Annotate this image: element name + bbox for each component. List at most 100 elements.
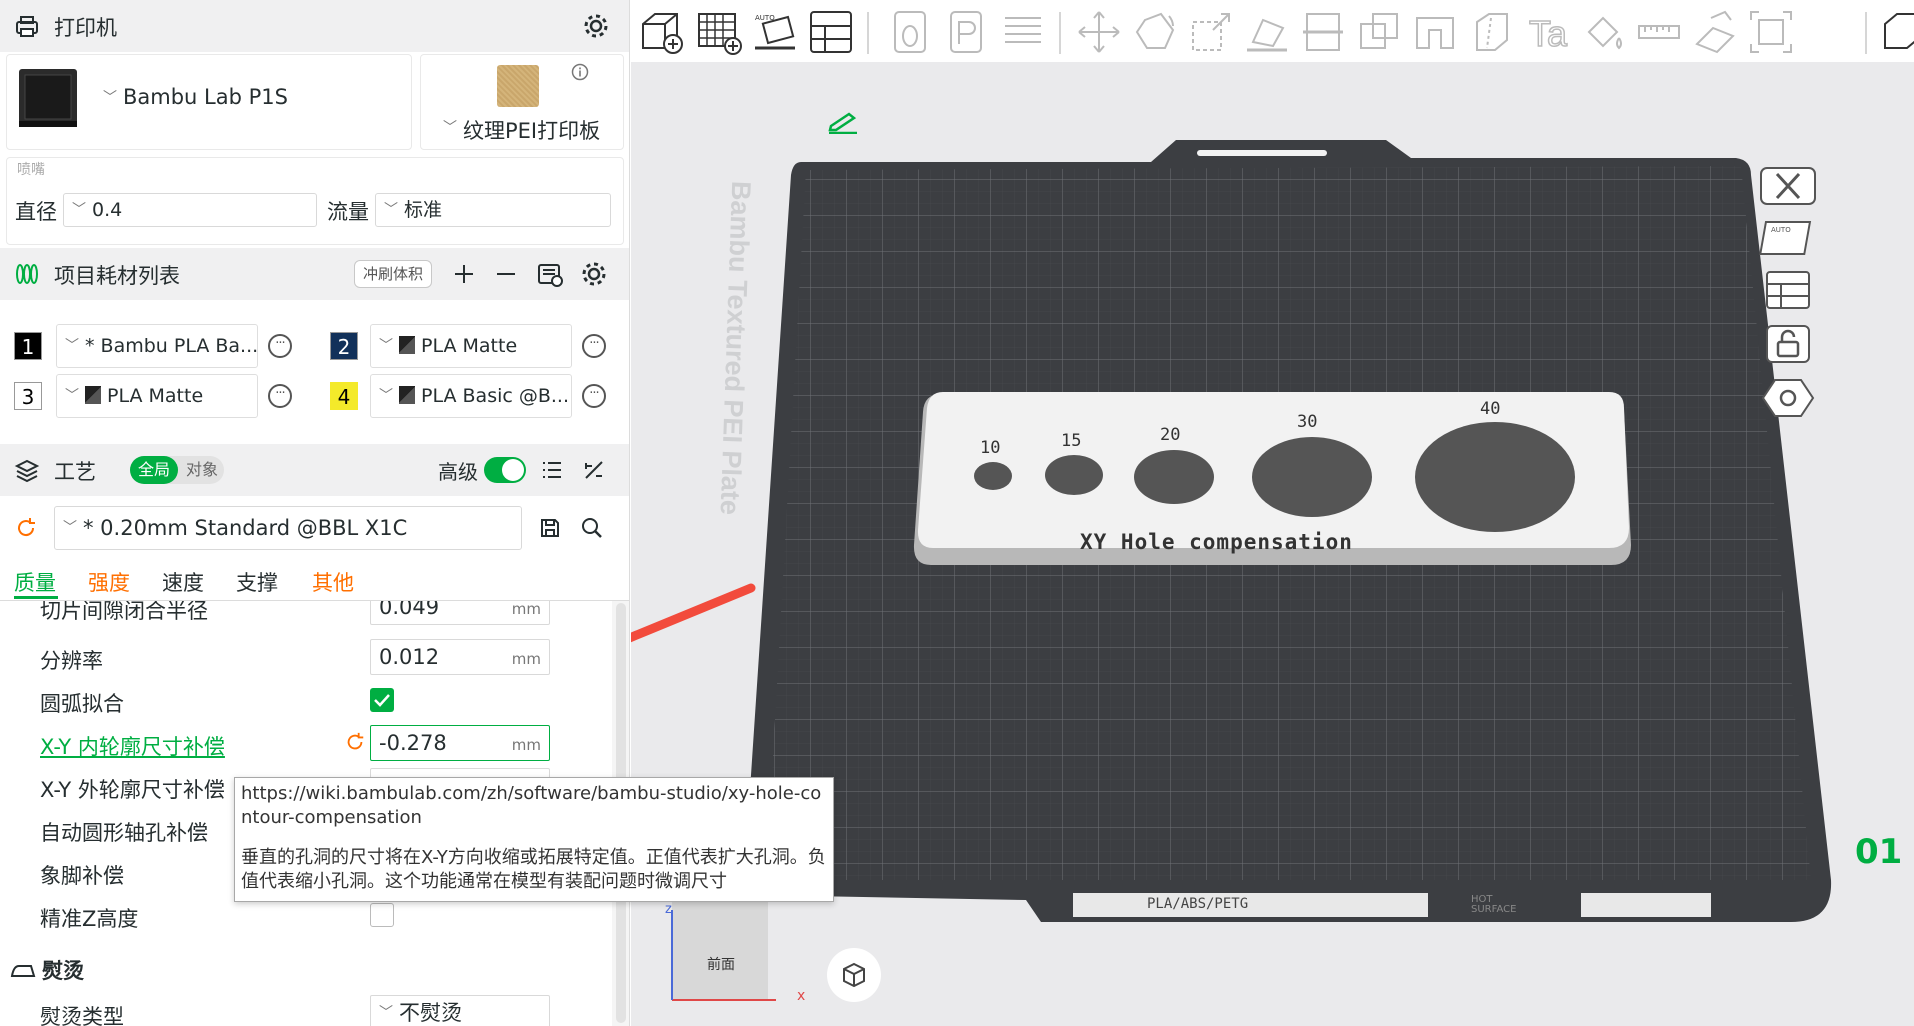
filament-name: * Bambu PLA Ba... bbox=[85, 335, 258, 357]
assembly-icon[interactable] bbox=[1691, 8, 1739, 56]
scale-icon[interactable] bbox=[1187, 8, 1235, 56]
minus-icon[interactable] bbox=[494, 262, 518, 286]
hot-surface-text: HOT SURFACE bbox=[1471, 894, 1517, 915]
slice-closing-radius-input[interactable]: 0.049 mm bbox=[370, 601, 550, 625]
tab-others[interactable]: 其他 bbox=[312, 567, 354, 597]
hole-40 bbox=[1415, 422, 1575, 532]
split-parts-icon[interactable] bbox=[943, 8, 991, 56]
split-objects-icon[interactable] bbox=[887, 8, 935, 56]
more-options-icon[interactable]: ··· bbox=[268, 384, 292, 408]
list-icon[interactable] bbox=[540, 458, 564, 482]
parameter-tooltip: https://wiki.bambulab.com/zh/software/ba… bbox=[234, 777, 834, 902]
global-object-toggle[interactable]: 全局 对象 bbox=[130, 456, 224, 484]
add-object-icon[interactable] bbox=[637, 8, 685, 56]
rotate-icon[interactable] bbox=[1131, 8, 1179, 56]
flush-volume-button[interactable]: 冲刷体积 bbox=[354, 260, 433, 288]
chevron-down-icon[interactable]: ﹀ bbox=[103, 87, 117, 107]
move-icon[interactable] bbox=[1075, 8, 1123, 56]
param-value: 0.049 bbox=[379, 601, 440, 619]
search-icon[interactable] bbox=[580, 516, 604, 540]
filament-slot-number[interactable]: 2 bbox=[330, 332, 358, 360]
camera-view-button[interactable] bbox=[827, 948, 881, 1002]
measure-icon[interactable] bbox=[1635, 8, 1683, 56]
support-paint-icon[interactable] bbox=[1411, 8, 1459, 56]
arc-fitting-checkbox[interactable] bbox=[370, 688, 394, 712]
toggle-global[interactable]: 全局 bbox=[130, 456, 178, 484]
auto-arrange-icon[interactable]: AUTO bbox=[1759, 216, 1817, 260]
text-icon[interactable]: Ta bbox=[1523, 8, 1571, 56]
more-options-icon[interactable]: ··· bbox=[268, 334, 292, 358]
filament-select[interactable]: ﹀ PLA Basic @B... bbox=[370, 374, 572, 418]
advanced-switch[interactable] bbox=[484, 457, 526, 483]
arrange-icon[interactable] bbox=[807, 8, 855, 56]
reset-icon[interactable] bbox=[344, 731, 366, 753]
flow-select[interactable]: ﹀ 标准 bbox=[375, 193, 611, 227]
plate-selector[interactable]: ﹀ 纹理PEI打印板 bbox=[420, 54, 624, 150]
boolean-icon[interactable] bbox=[1355, 8, 1403, 56]
delete-plate-icon[interactable] bbox=[1759, 164, 1817, 208]
param-label: 圆弧拟合 bbox=[40, 692, 124, 716]
lock-icon[interactable] bbox=[1759, 322, 1817, 366]
process-preset-value: * 0.20mm Standard @BBL X1C bbox=[83, 516, 408, 540]
param-value: -0.278 bbox=[379, 731, 447, 755]
plus-icon[interactable] bbox=[452, 262, 476, 286]
hole-30 bbox=[1252, 437, 1372, 517]
tab-quality[interactable]: 质量 bbox=[14, 567, 56, 597]
fit-view-icon[interactable] bbox=[1747, 8, 1795, 56]
layers-edit-icon[interactable] bbox=[999, 8, 1047, 56]
plate-number[interactable]: 01 bbox=[1855, 832, 1902, 872]
param-label: 熨烫类型 bbox=[40, 1005, 124, 1026]
tab-strength[interactable]: 强度 bbox=[88, 567, 130, 597]
filament-slot-number[interactable]: 3 bbox=[14, 382, 42, 410]
more-options-icon[interactable]: ··· bbox=[582, 384, 606, 408]
info-icon[interactable] bbox=[571, 63, 589, 81]
gear-icon[interactable] bbox=[582, 12, 610, 40]
filament-select[interactable]: ﹀ PLA Matte bbox=[56, 374, 258, 418]
param-label: 分辨率 bbox=[40, 649, 103, 673]
edit-plate-name-icon[interactable] bbox=[827, 110, 861, 134]
tab-support[interactable]: 支撑 bbox=[236, 567, 278, 597]
split-view-icon[interactable] bbox=[1879, 8, 1914, 56]
add-plate-icon[interactable] bbox=[695, 8, 743, 56]
filament-slot-number[interactable]: 4 bbox=[330, 382, 358, 410]
filament-slot-number[interactable]: 1 bbox=[14, 332, 42, 360]
gear-icon[interactable] bbox=[580, 260, 608, 288]
filament-select[interactable]: ﹀ PLA Matte bbox=[370, 324, 572, 368]
ironing-section-title: 熨烫 bbox=[42, 959, 84, 983]
top-toolbar: AUTO Ta bbox=[631, 0, 1914, 62]
ironing-type-select[interactable]: ﹀ 不熨烫 bbox=[370, 995, 550, 1026]
cut-icon[interactable] bbox=[1299, 8, 1347, 56]
sync-filament-icon[interactable] bbox=[536, 260, 564, 288]
more-options-icon[interactable]: ··· bbox=[582, 334, 606, 358]
toggle-object[interactable]: 对象 bbox=[180, 456, 224, 484]
printer-selector[interactable]: ﹀ Bambu Lab P1S bbox=[6, 54, 412, 150]
resolution-input[interactable]: 0.012 mm bbox=[370, 639, 550, 675]
save-icon[interactable] bbox=[538, 516, 562, 540]
diameter-select[interactable]: ﹀ 0.4 bbox=[63, 193, 317, 227]
param-label-link[interactable]: X-Y 内轮廓尺寸补偿 bbox=[40, 731, 225, 761]
tab-speed[interactable]: 速度 bbox=[162, 567, 204, 597]
param-row: 精准Z高度 bbox=[0, 897, 610, 939]
lay-on-face-icon[interactable] bbox=[1243, 8, 1291, 56]
auto-orient-icon[interactable]: AUTO bbox=[751, 8, 799, 56]
tooltip-url[interactable]: https://wiki.bambulab.com/zh/software/ba… bbox=[241, 782, 827, 830]
filament-select[interactable]: ﹀ * Bambu PLA Ba... bbox=[56, 324, 258, 368]
svg-text:Ta: Ta bbox=[1529, 13, 1568, 54]
nozzle-group-label: 喷嘴 bbox=[15, 159, 47, 179]
seam-paint-icon[interactable] bbox=[1467, 8, 1515, 56]
chevron-down-icon[interactable]: ﹀ bbox=[443, 117, 457, 137]
toolbar-separator bbox=[1865, 12, 1867, 54]
view-cube[interactable] bbox=[672, 888, 768, 1000]
compare-icon[interactable] bbox=[582, 458, 606, 482]
plate-settings-icon[interactable] bbox=[1759, 376, 1817, 420]
reset-icon[interactable] bbox=[14, 516, 38, 540]
filament-name: PLA Matte bbox=[107, 385, 204, 407]
process-preset-select[interactable]: ﹀ * 0.20mm Standard @BBL X1C bbox=[54, 506, 522, 550]
hole-label: 15 bbox=[1061, 431, 1082, 451]
color-paint-icon[interactable] bbox=[1579, 8, 1627, 56]
checkmark-icon bbox=[374, 694, 390, 707]
precise-z-checkbox[interactable] bbox=[370, 903, 394, 927]
xy-hole-compensation-input[interactable]: -0.278 mm bbox=[370, 725, 550, 761]
hole-10 bbox=[974, 462, 1012, 490]
arrange-icon[interactable] bbox=[1759, 268, 1817, 312]
